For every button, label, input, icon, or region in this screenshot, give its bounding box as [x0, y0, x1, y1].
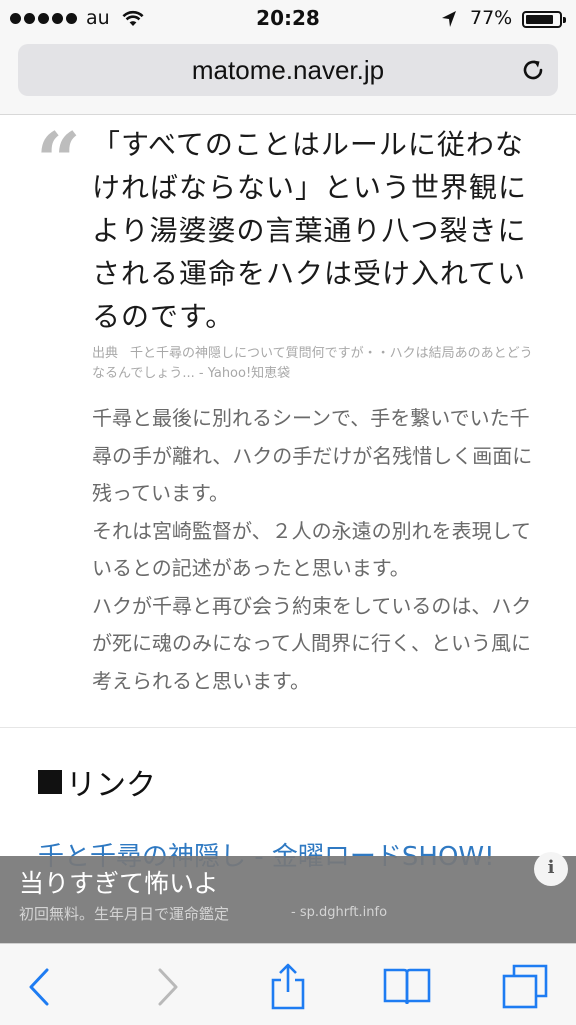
ad-title[interactable]: 当りすぎて怖いよ [19, 864, 219, 900]
ad-banner[interactable]: 当りすぎて怖いよ 初回無料。生年月日で運命鑑定 - sp.dghrft.info… [0, 852, 576, 943]
section-divider [0, 727, 576, 728]
source-link[interactable]: 千と千尋の神隠しについて質問何ですが・・ハクは結局あのあとどうなるんでしょう..… [92, 346, 533, 381]
battery-percent: 77% [470, 7, 513, 29]
location-arrow-icon [442, 11, 456, 27]
ad-url[interactable]: - sp.dghrft.info [291, 905, 387, 920]
ad-subtitle[interactable]: 初回無料。生年月日で運命鑑定 [19, 903, 229, 924]
tabs-icon[interactable] [500, 962, 550, 1012]
url-domain[interactable]: matome.naver.jp [18, 55, 558, 86]
links-heading: リンク [38, 760, 156, 804]
article-body: 千尋と最後に別れるシーンで、手を繋いでいた千尋の手が離れ、ハクの手だけが名残惜し… [92, 400, 542, 700]
info-icon[interactable]: i [534, 852, 568, 886]
body-paragraph: ハクが千尋と再び会う約束をしているのは、ハクが死に魂のみになって人間界に行く、と… [92, 593, 532, 693]
browser-toolbar [0, 943, 576, 1025]
quote-mark-icon: “ [36, 116, 81, 207]
reload-icon[interactable] [520, 57, 546, 83]
share-icon[interactable] [263, 962, 313, 1012]
forward-icon[interactable] [142, 962, 192, 1012]
url-field[interactable]: matome.naver.jp [18, 44, 558, 96]
body-paragraph: それは宮崎監督が、２人の永遠の別れを表現しているとの記述があったと思います。 [92, 518, 531, 581]
blockquote-text: 「すべてのことはルールに従わなければならない」という世界観により湯婆婆の言葉通り… [92, 128, 528, 333]
quote-source: 出典 千と千尋の神隠しについて質問何ですが・・ハクは結局あのあとどうなるんでしょう… [92, 344, 542, 384]
square-bullet-icon [38, 770, 62, 794]
back-icon[interactable] [15, 962, 65, 1012]
status-bar: au 20:28 77% [0, 0, 576, 40]
address-bar: matome.naver.jp [0, 40, 576, 115]
body-paragraph: 千尋と最後に別れるシーンで、手を繋いでいた千尋の手が離れ、ハクの手だけが名残惜し… [92, 406, 533, 505]
links-heading-label: リンク [66, 768, 156, 803]
source-label: 出典 [92, 346, 119, 361]
bookmarks-icon[interactable] [382, 962, 432, 1012]
battery-icon [522, 11, 566, 28]
